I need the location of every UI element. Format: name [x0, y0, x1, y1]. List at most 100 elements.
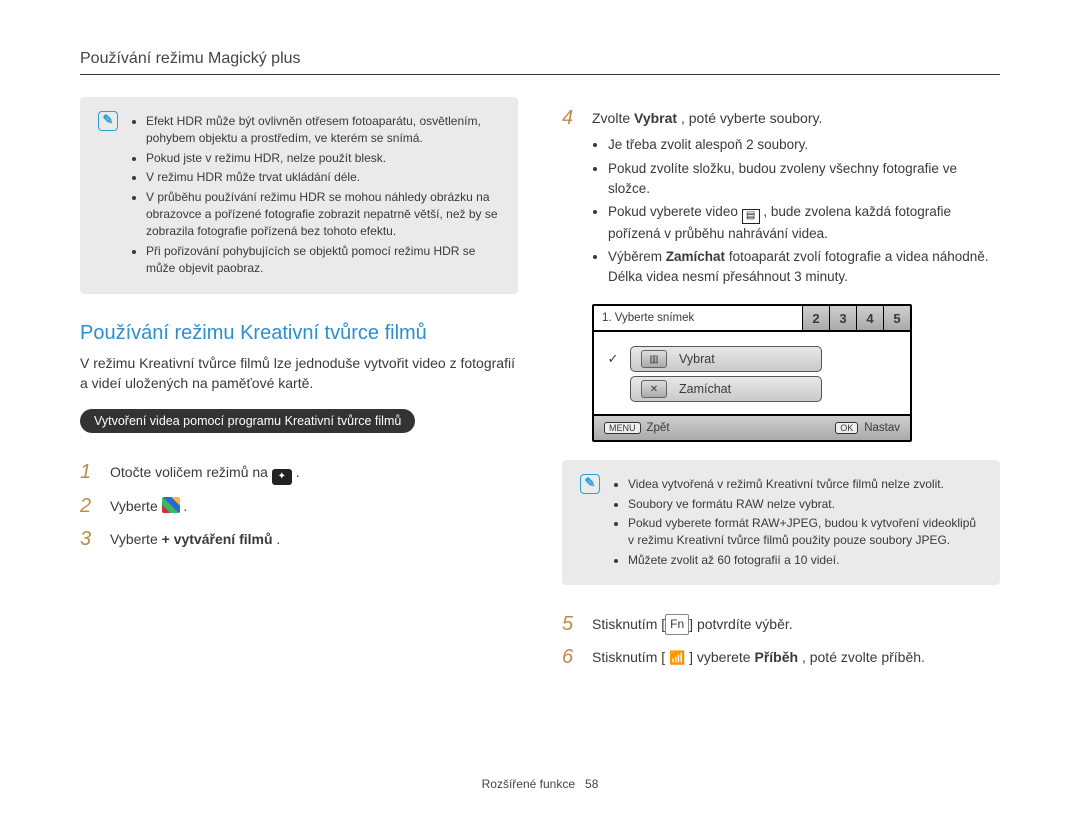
list-item: V režimu HDR může trvat ukládání déle. [146, 169, 500, 186]
list-item: Pokud vyberete video , bude zvolena každ… [608, 202, 1000, 243]
step-text: , poté vyberte soubory. [681, 110, 822, 126]
hdr-note-list: Efekt HDR může být ovlivněn otřesem foto… [128, 111, 500, 280]
list-item: Pokud vyberete formát RAW+JPEG, budou k … [628, 515, 982, 550]
menu-icon: MENU [604, 422, 641, 434]
step-text: Otočte voličem režimů na [110, 464, 272, 480]
step-bold: Příběh [754, 649, 798, 665]
step-body: Stisknutím [Fn] potvrdíte výběr. [592, 613, 1000, 635]
step-text: Stisknutím [592, 616, 661, 632]
step-text: Zvolte [592, 110, 634, 126]
lcd-body: ✓ ▥ Vybrat ✕ Zamíchat [594, 330, 910, 414]
lcd-foot-label: Nastav [864, 422, 900, 434]
bullet-bold: Zamíchat [666, 249, 725, 264]
step-body: Otočte voličem režimů na . [110, 461, 518, 485]
lcd-tab: 4 [857, 306, 884, 330]
step-text: ] vyberete [689, 649, 754, 665]
lcd-tab: 3 [830, 306, 857, 330]
step-bold: Vybrat [634, 110, 677, 126]
lcd-foot-right: OK Nastav [825, 422, 910, 434]
mode-dial-star-icon [272, 469, 292, 485]
section-title: Používání režimu Kreativní tvůrce filmů [80, 322, 518, 345]
step-text: . [276, 531, 280, 547]
step-number: 6 [562, 646, 582, 669]
lcd-tab-active: 1. Vyberte snímek [594, 306, 803, 330]
note-icon: ✎ [580, 474, 600, 494]
lcd-footer: MENU Zpět OK Nastav [594, 414, 910, 440]
shuffle-icon: ✕ [641, 380, 667, 398]
left-steps: 1 Otočte voličem režimů na . 2 Vyberte . [80, 461, 518, 550]
lcd-btn-label: Zamíchat [679, 382, 731, 396]
step-body: Vyberte . [110, 495, 518, 517]
note-icon: ✎ [98, 111, 118, 131]
right-column: 4 Zvolte Vybrat , poté vyberte soubory. … [562, 97, 1000, 678]
step-1: 1 Otočte voličem režimů na . [80, 461, 518, 485]
step-body: Vyberte + vytváření filmů . [110, 528, 518, 550]
footer-page: 58 [585, 777, 598, 791]
bullet-text: Pokud vyberete video [608, 204, 742, 219]
lcd-btn-label: Vybrat [679, 352, 715, 366]
lcd-tab: 5 [884, 306, 910, 330]
step-text: potvrdíte výběr. [697, 616, 793, 632]
lcd-row: ✕ Zamíchat [606, 376, 898, 402]
lcd-foot-label: Zpět [647, 422, 670, 434]
step-number: 1 [80, 461, 100, 485]
content-columns: ✎ Efekt HDR může být ovlivněn otřesem fo… [80, 97, 1000, 678]
step-text: , poté zvolte příběh. [802, 649, 925, 665]
hdr-note-box: ✎ Efekt HDR může být ovlivněn otřesem fo… [80, 97, 518, 294]
step-text: Vyberte [110, 531, 162, 547]
step-3: 3 Vyberte + vytváření filmů . [80, 528, 518, 550]
list-item: Je třeba zvolit alespoň 2 soubory. [608, 135, 1000, 155]
step-4: 4 Zvolte Vybrat , poté vyberte soubory. … [562, 107, 1000, 290]
step-body: Stisknutím [ 📶 ] vyberete Příběh , poté … [592, 646, 1000, 669]
list-item: Videa vytvořená v režimů Kreativní tvůrc… [628, 476, 982, 493]
check-icon: ✓ [606, 351, 620, 367]
list-item: Soubory ve formátu RAW nelze vybrat. [628, 496, 982, 513]
step-text: Stisknutím [ [592, 649, 665, 665]
page-footer: Rozšířené funkce 58 [0, 777, 1080, 791]
list-item: Pokud zvolíte složku, budou zvoleny všec… [608, 159, 1000, 198]
step-2: 2 Vyberte . [80, 495, 518, 517]
list-item: Pokud jste v režimu HDR, nelze použít bl… [146, 150, 500, 167]
folder-icon: ▥ [641, 350, 667, 368]
list-item: Výběrem Zamíchat fotoaparát zvolí fotogr… [608, 247, 1000, 286]
right-steps: 4 Zvolte Vybrat , poté vyberte soubory. … [562, 107, 1000, 290]
step-number: 4 [562, 107, 582, 290]
list-item: Můžete zvolit až 60 fotografií a 10 vide… [628, 552, 982, 569]
step-text: Vyberte [110, 498, 162, 514]
step-5: 5 Stisknutím [Fn] potvrdíte výběr. [562, 613, 1000, 635]
files-note-box: ✎ Videa vytvořená v režimů Kreativní tvů… [562, 460, 1000, 585]
step-text: . [184, 498, 188, 514]
camera-lcd: 1. Vyberte snímek 2 3 4 5 ✓ ▥ Vybrat [592, 304, 912, 442]
lcd-select-button: ▥ Vybrat [630, 346, 822, 372]
list-item: Při pořizování pohybujících se objektů p… [146, 243, 500, 278]
bullet-text: Výběrem [608, 249, 666, 264]
list-item: Efekt HDR může být ovlivněn otřesem foto… [146, 113, 500, 148]
lcd-tab: 2 [803, 306, 830, 330]
lcd-foot-left: MENU Zpět [594, 422, 680, 434]
right-steps-2: 5 Stisknutím [Fn] potvrdíte výběr. 6 Sti… [562, 613, 1000, 668]
lcd-row: ✓ ▥ Vybrat [606, 346, 898, 372]
files-note-list: Videa vytvořená v režimů Kreativní tvůrc… [610, 474, 982, 571]
ok-icon: OK [835, 422, 858, 434]
step-body: Zvolte Vybrat , poté vyberte soubory. Je… [592, 107, 1000, 290]
list-item: V průběhu používání režimu HDR se mohou … [146, 189, 500, 241]
step-number: 3 [80, 528, 100, 550]
left-column: ✎ Efekt HDR může být ovlivněn otřesem fo… [80, 97, 518, 678]
fn-key: Fn [665, 614, 689, 635]
lcd-tabs: 1. Vyberte snímek 2 3 4 5 [594, 306, 910, 330]
step-bold: + vytváření filmů [162, 531, 273, 547]
step-text: . [296, 464, 300, 480]
manual-page: Používání režimu Magický plus ✎ Efekt HD… [0, 0, 1080, 815]
creative-movie-icon [162, 497, 180, 513]
subheading-pill: Vytvoření videa pomocí programu Kreativn… [80, 409, 415, 433]
step4-bullets: Je třeba zvolit alespoň 2 soubory. Pokud… [592, 135, 1000, 286]
step-number: 2 [80, 495, 100, 517]
wifi-icon: 📶 [669, 650, 685, 665]
page-header: Používání režimu Magický plus [80, 50, 1000, 75]
step-6: 6 Stisknutím [ 📶 ] vyberete Příběh , pot… [562, 646, 1000, 669]
video-icon [742, 209, 760, 224]
section-desc: V režimu Kreativní tvůrce filmů lze jedn… [80, 353, 518, 394]
footer-label: Rozšířené funkce [482, 777, 575, 791]
lcd-shuffle-button: ✕ Zamíchat [630, 376, 822, 402]
step-number: 5 [562, 613, 582, 635]
